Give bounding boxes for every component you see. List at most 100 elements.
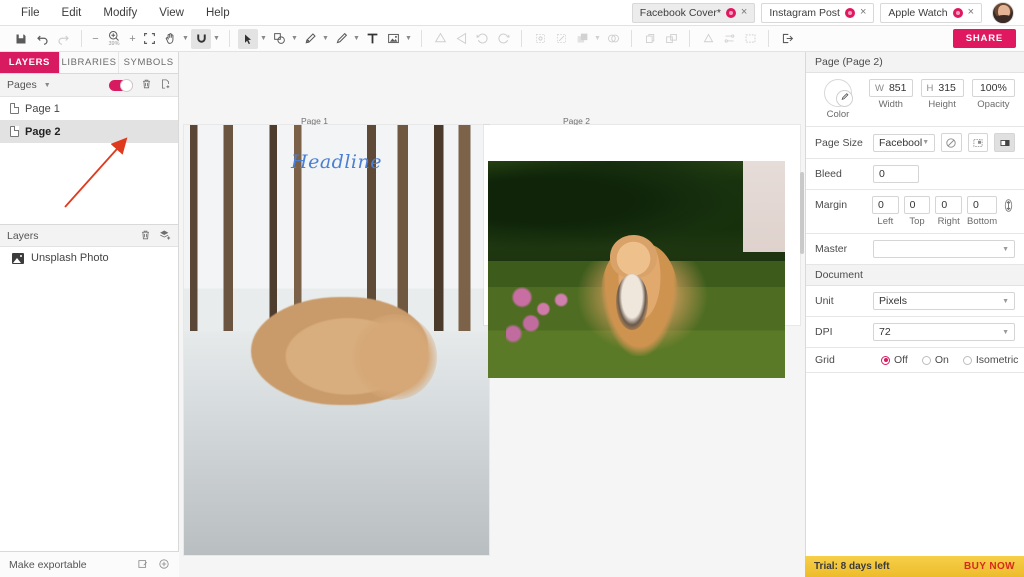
opacity-input[interactable]: 100% — [972, 79, 1015, 97]
margin-right-input[interactable]: 0 — [935, 196, 962, 214]
boolean-ops-icon[interactable] — [603, 29, 623, 49]
bleed-input[interactable]: 0 — [873, 165, 919, 183]
tab-facebook-cover[interactable]: Facebook Cover* × — [632, 3, 756, 23]
margin-bottom-input[interactable]: 0 — [967, 196, 997, 214]
rotate-right-icon[interactable] — [493, 29, 513, 49]
page-list-item-2[interactable]: Page 2 — [0, 120, 178, 143]
page-color-control[interactable]: Color — [815, 79, 861, 120]
export-icon[interactable] — [777, 29, 797, 49]
convert-to-shape-icon[interactable] — [698, 29, 718, 49]
chevron-down-icon[interactable]: ▼ — [404, 29, 413, 49]
margin-top-input[interactable]: 0 — [904, 196, 931, 214]
margin-bottom-control[interactable]: 0 Bottom — [967, 196, 997, 227]
photo2-fox-head — [610, 235, 658, 278]
add-layer-icon[interactable] — [159, 229, 171, 243]
color-well[interactable] — [824, 79, 852, 107]
orientation-none-button[interactable] — [941, 133, 962, 152]
tab-apple-watch[interactable]: Apple Watch × — [880, 3, 982, 23]
chevron-down-icon[interactable]: ▼ — [181, 29, 190, 49]
duplicate-offset-icon[interactable] — [661, 29, 681, 49]
arrange-layers-icon[interactable] — [572, 29, 592, 49]
add-page-icon[interactable] — [160, 78, 171, 92]
close-icon[interactable]: × — [741, 7, 747, 18]
grid-option-on[interactable]: On — [922, 354, 949, 366]
distribute-icon[interactable] — [719, 29, 739, 49]
chevron-down-icon[interactable]: ▼ — [44, 82, 51, 89]
page1-headline-text[interactable]: Headline — [184, 151, 489, 173]
pages-visibility-toggle[interactable] — [109, 80, 133, 91]
chevron-down-icon[interactable]: ▼ — [593, 29, 602, 49]
close-icon[interactable]: × — [968, 7, 974, 18]
flip-vertical-icon[interactable] — [430, 29, 450, 49]
undo-icon[interactable] — [32, 29, 52, 49]
fit-to-screen-icon[interactable] — [139, 29, 159, 49]
chevron-down-icon[interactable]: ▼ — [259, 29, 268, 49]
master-dropdown[interactable]: ▼ — [873, 240, 1015, 258]
redo-icon[interactable] — [53, 29, 73, 49]
chevron-down-icon[interactable]: ▼ — [212, 29, 221, 49]
avatar[interactable] — [992, 2, 1014, 24]
share-button[interactable]: SHARE — [953, 29, 1016, 48]
grid-option-isometric[interactable]: Isometric — [963, 354, 1019, 366]
text-tool-icon[interactable] — [362, 29, 382, 49]
rotate-left-icon[interactable] — [472, 29, 492, 49]
margin-left-control[interactable]: 0 Left — [872, 196, 899, 227]
artboard-page1[interactable]: Headline — [184, 125, 489, 555]
menu-view[interactable]: View — [148, 3, 195, 23]
menu-modify[interactable]: Modify — [92, 3, 148, 23]
group-nodes-icon[interactable] — [530, 29, 550, 49]
page2-photo-fox[interactable] — [488, 161, 785, 378]
page-width-control[interactable]: W 851 Width — [869, 79, 913, 110]
buy-now-button[interactable]: BUY NOW — [964, 561, 1015, 572]
margin-right-control[interactable]: 0 Right — [935, 196, 962, 227]
canvas-area[interactable]: Page 1 Headline Page 2 — [179, 52, 805, 577]
margin-left-input[interactable]: 0 — [872, 196, 899, 214]
ungroup-nodes-icon[interactable] — [551, 29, 571, 49]
tab-libraries[interactable]: LIBRARIES — [60, 52, 120, 73]
tab-layers[interactable]: LAYERS — [0, 52, 60, 73]
magnet-snap-icon[interactable] — [191, 29, 211, 49]
layer-list-item[interactable]: Unsplash Photo — [0, 247, 178, 269]
menu-edit[interactable]: Edit — [51, 3, 93, 23]
orientation-landscape-button[interactable] — [994, 133, 1015, 152]
hand-tool-icon[interactable] — [160, 29, 180, 49]
image-tool-icon[interactable] — [383, 29, 403, 49]
grid-option-off[interactable]: Off — [881, 354, 908, 366]
unit-dropdown[interactable]: Pixels ▼ — [873, 292, 1015, 310]
page-list-item-1[interactable]: Page 1 — [0, 97, 178, 120]
menu-file[interactable]: File — [10, 3, 51, 23]
page-height-control[interactable]: H 315 Height — [921, 79, 964, 110]
chevron-down-icon[interactable]: ▼ — [352, 29, 361, 49]
flip-horizontal-icon[interactable] — [451, 29, 471, 49]
add-export-icon[interactable] — [158, 558, 170, 572]
trash-icon[interactable] — [140, 229, 151, 243]
duplicate-icon[interactable] — [640, 29, 660, 49]
margin-top-control[interactable]: 0 Top — [904, 196, 931, 227]
chevron-down-icon[interactable]: ▼ — [290, 29, 299, 49]
orientation-portrait-button[interactable] — [968, 133, 989, 152]
dpi-dropdown[interactable]: 72 ▼ — [873, 323, 1015, 341]
shape-tool-icon[interactable] — [269, 29, 289, 49]
export-settings-icon[interactable] — [137, 558, 149, 572]
zoom-out-button[interactable]: − — [90, 33, 101, 45]
width-input[interactable]: W 851 — [869, 79, 913, 97]
trash-icon[interactable] — [141, 78, 152, 92]
canvas-scrollbar[interactable] — [800, 172, 804, 254]
tab-symbols[interactable]: SYMBOLS — [119, 52, 178, 73]
pen-tool-icon[interactable] — [300, 29, 320, 49]
link-margins-icon[interactable] — [1002, 198, 1015, 216]
select-tool-icon[interactable] — [238, 29, 258, 49]
page-size-dropdown[interactable]: Facebool ▼ — [873, 134, 935, 152]
close-icon[interactable]: × — [860, 7, 866, 18]
tab-instagram-post[interactable]: Instagram Post × — [761, 3, 874, 23]
menu-help[interactable]: Help — [195, 3, 241, 23]
chevron-down-icon[interactable]: ▼ — [321, 29, 330, 49]
page-opacity-control[interactable]: 100% Opacity — [972, 79, 1015, 110]
save-icon[interactable] — [11, 29, 31, 49]
pencil-tool-icon[interactable] — [331, 29, 351, 49]
marquee-select-icon[interactable] — [740, 29, 760, 49]
zoom-level-control[interactable]: 39% — [102, 28, 126, 50]
zoom-in-button[interactable]: + — [127, 33, 138, 45]
height-input[interactable]: H 315 — [921, 79, 964, 97]
page1-photo-dog[interactable]: Headline — [184, 125, 489, 555]
